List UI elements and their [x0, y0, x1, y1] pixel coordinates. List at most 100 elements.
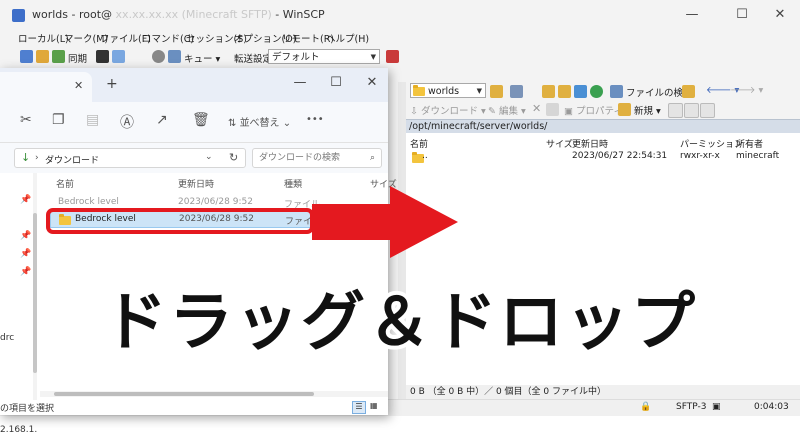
share-icon[interactable]: ↗ [156, 112, 168, 128]
new-tab-button[interactable]: + [106, 76, 118, 92]
terminal-icon[interactable] [96, 50, 109, 63]
pin-icon: 📌 [20, 267, 32, 277]
remote-toolbar: worlds ▼ ファイルの検索 🡐 ▾ 🡒 ▾ [406, 82, 800, 100]
compare-icon[interactable] [52, 50, 65, 63]
pin-icon: 📌 [20, 195, 32, 205]
remote-folder-name: worlds [428, 86, 460, 97]
tiles-view-icon[interactable]: ▦ [370, 401, 378, 410]
maximize-button[interactable]: ☐ [728, 4, 756, 26]
menu-local[interactable]: ローカル(L) [18, 31, 69, 45]
column-modified[interactable]: 更新日時 [178, 177, 214, 190]
download-arrow-icon: ↓ [21, 151, 31, 164]
explorer-status-bar: の項目を選択 ☰ ▦ [0, 400, 388, 415]
search-placeholder: ダウンロードの検索 [259, 153, 341, 163]
chevron-down-icon[interactable]: ⌄ [205, 152, 213, 162]
minimize-button[interactable]: — [678, 4, 706, 26]
menu-help[interactable]: ヘルプ(H) [326, 31, 369, 45]
chevron-down-icon: ▼ [476, 87, 482, 95]
download-button[interactable]: ⇩ ダウンロード ▾ [410, 103, 486, 117]
selection-highlight-frame [46, 208, 314, 234]
root-directory-icon[interactable] [558, 85, 571, 98]
monitor-icon: ▣ [712, 402, 721, 412]
row-name: .. [422, 151, 428, 161]
open-directory-icon[interactable] [490, 85, 503, 98]
transfer-preset-dropdown[interactable]: デフォルト ▼ [268, 49, 380, 64]
remote-file-toolbar: ⇩ ダウンロード ▾ ✎ 編集 ▾ ✕ ▣ プロパティ ▾ 新規 ▾ [406, 100, 800, 118]
find-files-icon[interactable] [610, 85, 623, 98]
details-view-icon[interactable]: ☰ [352, 401, 366, 414]
explorer-tab[interactable]: ✕ [0, 72, 92, 102]
transfer-settings-label: 転送設定 [234, 54, 273, 65]
new-button[interactable]: 新規 ▾ [634, 103, 661, 117]
rename-icon[interactable] [546, 103, 559, 116]
close-button[interactable]: ✕ [766, 4, 794, 26]
local-browser-icon[interactable] [20, 50, 33, 63]
breadcrumb-current[interactable]: ダウンロード [45, 153, 99, 166]
row-owner: minecraft [736, 151, 780, 161]
status-text: の項目を選択 [0, 404, 55, 414]
transfer-preset-value: デフォルト [272, 52, 320, 63]
drag-and-drop-caption: ドラッグ＆ドロップ [99, 282, 699, 364]
search-input[interactable]: ダウンロードの検索 ⌕ [252, 148, 382, 168]
horizontal-scrollbar-thumb[interactable] [54, 392, 314, 396]
nav-item[interactable]: 2.168.1. [0, 425, 37, 435]
more-options-button[interactable]: ••• [306, 114, 324, 125]
column-type[interactable]: 種類 [284, 177, 302, 190]
rename-icon[interactable]: Ⓐ [120, 112, 134, 132]
column-name[interactable]: 名前 [410, 137, 428, 150]
horizontal-scrollbar[interactable] [40, 391, 388, 397]
sync-button[interactable]: 同期 [68, 51, 87, 65]
refresh-icon[interactable]: ↻ [229, 151, 238, 164]
delete-icon[interactable]: 🗑 [192, 112, 210, 128]
column-modified[interactable]: 更新日時 [572, 137, 608, 150]
paste-icon[interactable]: ▤ [86, 112, 99, 128]
ghost-modified: 2023/06/28 9:52 [178, 197, 253, 207]
minimize-button[interactable]: — [286, 72, 314, 94]
settings-gear-icon[interactable] [152, 50, 165, 63]
tree-icon[interactable] [682, 85, 695, 98]
parent-directory-icon[interactable] [542, 85, 555, 98]
address-field[interactable]: ↓ › ダウンロード ⌄ ↻ [14, 148, 246, 168]
unselect-icon[interactable] [684, 103, 699, 118]
winscp-menu-bar: ローカル(L) マーク(M) ファイル(F) コマンド(C) セッション(S) … [0, 30, 800, 46]
winscp-logo-icon [12, 9, 25, 22]
maximize-button[interactable]: ☐ [322, 72, 350, 94]
select-all-icon[interactable] [668, 103, 683, 118]
row-permissions: rwxr-xr-x [680, 151, 720, 161]
sort-button[interactable]: ⇅ 並べ替え ⌄ [228, 114, 291, 129]
putty-icon[interactable] [112, 50, 125, 63]
new-folder-icon[interactable] [618, 103, 631, 116]
chevron-down-icon: ▼ [370, 53, 376, 61]
folder-icon [413, 85, 425, 96]
edit-button[interactable]: ✎ 編集 ▾ [488, 103, 526, 117]
transfer-settings-icon[interactable] [386, 50, 399, 63]
copy-icon[interactable]: ❐ [52, 112, 65, 128]
protocol-label: SFTP-3 [676, 402, 707, 412]
explorer-tab-bar: ✕ + — ☐ ✕ [0, 68, 388, 102]
close-tab-icon[interactable]: ✕ [74, 79, 83, 92]
remote-folder-dropdown[interactable]: worlds ▼ [410, 83, 486, 98]
explorer-view-icon[interactable] [36, 50, 49, 63]
home-icon[interactable] [574, 85, 587, 98]
cut-icon[interactable]: ✂ [20, 112, 32, 128]
queue-icon[interactable] [168, 50, 181, 63]
column-permissions[interactable]: パーミッション [680, 137, 743, 150]
pin-icon: 📌 [20, 249, 32, 259]
queue-button[interactable]: キュー ▾ [184, 51, 220, 65]
column-name[interactable]: 名前 [56, 177, 74, 190]
delete-icon[interactable]: ✕ [532, 102, 541, 115]
lock-icon: 🔒 [640, 402, 652, 412]
column-owner[interactable]: 所有者 [736, 137, 763, 150]
session-time: 0:04:03 [754, 402, 789, 412]
pin-icon: 📌 [20, 231, 32, 241]
close-button[interactable]: ✕ [358, 72, 386, 94]
invert-selection-icon[interactable] [700, 103, 715, 118]
drag-direction-arrow-icon [312, 186, 458, 258]
forward-arrow-icon[interactable]: 🡒 ▾ [730, 85, 763, 96]
breadcrumb-separator-icon: › [35, 153, 39, 163]
filter-icon[interactable] [510, 85, 523, 98]
search-icon: ⌕ [369, 153, 375, 163]
column-size[interactable]: サイズ [546, 137, 573, 150]
refresh-icon[interactable] [590, 85, 603, 98]
ghost-name: Bedrock level [58, 197, 119, 207]
